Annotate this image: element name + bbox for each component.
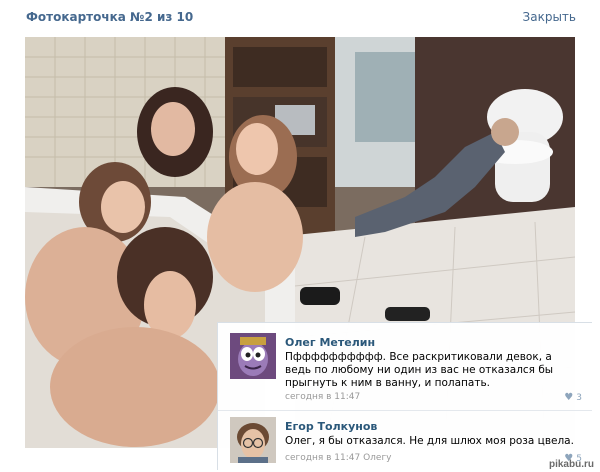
viewer-header: Фотокарточка №2 из 10 Закрыть — [0, 0, 600, 36]
like-count: 3 — [576, 393, 582, 403]
user-photo-avatar-icon — [230, 417, 276, 463]
comment-timestamp-link[interactable]: сегодня в 11:47 Олегу — [285, 453, 392, 463]
comments-panel: Олег Метелин Пфффффффффф. Все раскритико… — [217, 322, 592, 470]
like-button[interactable]: ♥ 3 — [564, 392, 582, 403]
avatar[interactable] — [230, 417, 276, 463]
avatar[interactable] — [230, 333, 276, 379]
comment-item: Егор Толкунов Олег, я бы отказался. Не д… — [218, 410, 592, 470]
cartoon-avatar-icon — [230, 333, 276, 379]
comment-text: Олег, я бы отказался. Не для шлюх моя ро… — [285, 435, 574, 447]
comment-timestamp-link[interactable]: сегодня в 11:47 — [285, 392, 360, 402]
close-button[interactable]: Закрыть — [523, 10, 576, 24]
photo-counter-title: Фотокарточка №2 из 10 — [26, 10, 194, 24]
watermark: pikabu.ru — [548, 459, 594, 470]
heart-icon: ♥ — [564, 392, 574, 403]
comment-author-link[interactable]: Олег Метелин — [285, 336, 375, 349]
comment-item: Олег Метелин Пфффффффффф. Все раскритико… — [218, 323, 592, 409]
comment-text: Пфффффффффф. Все раскритиковали девок, а… — [285, 351, 554, 389]
comment-author-link[interactable]: Егор Толкунов — [285, 420, 377, 433]
